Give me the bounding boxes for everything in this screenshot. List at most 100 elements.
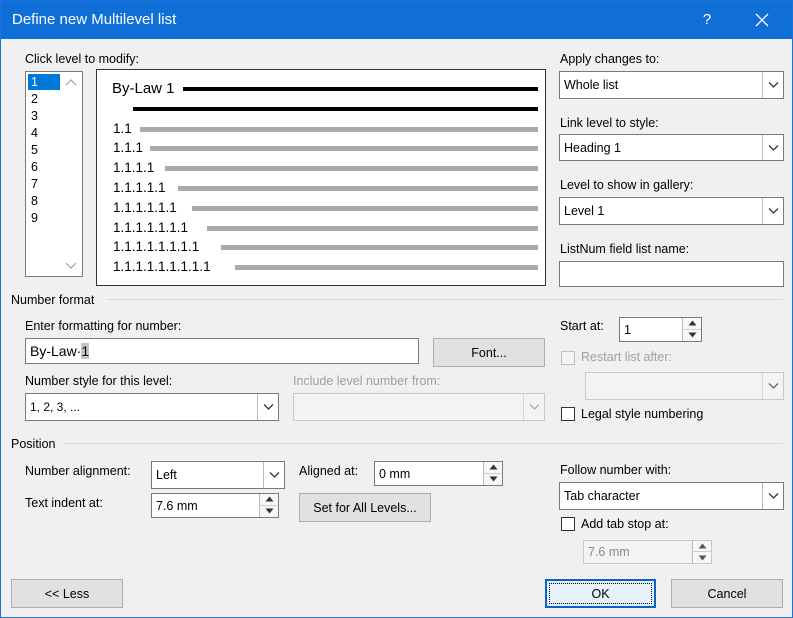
preview-number: 1.1.1.1.1 — [113, 180, 166, 195]
text-indent-value: 7.6 mm — [156, 498, 198, 513]
close-button[interactable] — [739, 1, 785, 39]
dropdown-button[interactable] — [762, 483, 783, 509]
follow-number-dropdown[interactable]: Tab character — [559, 482, 784, 510]
group-separator — [107, 299, 783, 300]
spin-up-button[interactable] — [259, 494, 278, 506]
dropdown-button[interactable] — [762, 373, 783, 399]
preview-number: 1.1 — [113, 121, 132, 136]
link-level-dropdown[interactable]: Heading 1 — [559, 134, 784, 161]
level-item[interactable]: 2 — [28, 91, 60, 107]
list-preview[interactable]: By-Law 1 1.1 1.1.1 1.1.1.1 1.1.1.1.1 1.1… — [96, 69, 546, 286]
caret-up-icon — [489, 464, 498, 470]
number-style-dropdown[interactable]: 1, 2, 3, ... — [25, 393, 279, 421]
cancel-button[interactable]: Cancel — [671, 579, 783, 608]
dropdown-button[interactable] — [523, 394, 544, 420]
set-all-levels-button[interactable]: Set for All Levels... — [299, 493, 431, 522]
level-item[interactable]: 9 — [28, 210, 60, 226]
chevron-down-icon — [768, 82, 779, 88]
spin-up-button[interactable] — [682, 318, 701, 330]
level-item[interactable]: 3 — [28, 108, 60, 124]
ok-button[interactable]: OK — [545, 579, 656, 608]
level-item[interactable]: 1 — [28, 74, 60, 90]
preview-line — [192, 206, 538, 211]
spin-up-button[interactable] — [692, 541, 711, 552]
caret-up-icon — [688, 320, 697, 326]
gallery-level-value: Level 1 — [564, 204, 605, 218]
start-at-label: Start at: — [560, 319, 604, 333]
restart-list-checkbox[interactable] — [561, 351, 575, 365]
level-scrollbar[interactable] — [60, 72, 82, 276]
font-button[interactable]: Font... — [433, 338, 545, 367]
position-header: Position — [11, 437, 56, 451]
spin-up-button[interactable] — [483, 462, 502, 474]
apply-changes-dropdown[interactable]: Whole list — [559, 71, 784, 99]
add-tab-stop-checkbox[interactable] — [561, 517, 575, 531]
close-icon — [755, 13, 769, 27]
apply-changes-label: Apply changes to: — [560, 52, 660, 66]
spin-down-button[interactable] — [682, 329, 701, 341]
number-style-label: Number style for this level: — [25, 374, 173, 388]
level-listbox[interactable]: 1 2 3 4 5 6 7 8 9 — [25, 71, 83, 277]
preview-line — [207, 226, 538, 231]
spin-down-button[interactable] — [483, 473, 502, 485]
preview-number: 1.1.1.1.1.1 — [113, 200, 177, 215]
dropdown-button[interactable] — [762, 72, 783, 98]
start-at-spinner[interactable]: 1 — [619, 317, 702, 342]
preview-line — [221, 245, 538, 250]
add-tab-stop-label: Add tab stop at: — [581, 517, 669, 531]
add-tab-stop-value: 7.6 mm — [588, 545, 630, 559]
preview-number: 1.1.1.1.1.1.1.1 — [113, 239, 200, 254]
scroll-up-icon[interactable] — [60, 75, 82, 91]
listnum-input[interactable] — [559, 261, 784, 287]
less-button[interactable]: << Less — [11, 579, 123, 608]
caret-down-icon — [688, 332, 697, 338]
level-item[interactable]: 8 — [28, 193, 60, 209]
formatting-text: By-Law· 1 — [30, 339, 90, 363]
add-tab-stop-spinner[interactable]: 7.6 mm — [583, 540, 712, 564]
legal-style-checkbox[interactable] — [561, 407, 575, 421]
preview-line — [140, 127, 538, 132]
levels-label: Click level to modify: — [25, 52, 139, 66]
preview-level1-text: By-Law 1 — [112, 80, 175, 97]
dropdown-button[interactable] — [257, 394, 278, 420]
dropdown-button[interactable] — [762, 198, 783, 224]
preview-line — [150, 146, 538, 151]
level-item[interactable]: 5 — [28, 142, 60, 158]
include-level-dropdown[interactable] — [293, 393, 545, 421]
follow-number-label: Follow number with: — [560, 463, 672, 477]
dropdown-button[interactable] — [263, 462, 284, 488]
group-separator — [63, 443, 783, 444]
number-alignment-dropdown[interactable]: Left — [151, 461, 285, 489]
restart-list-dropdown[interactable] — [585, 372, 784, 400]
chevron-down-icon — [263, 404, 274, 410]
link-level-label: Link level to style: — [560, 116, 659, 130]
caret-down-icon — [698, 555, 707, 560]
aligned-at-value: 0 mm — [379, 466, 411, 481]
number-alignment-value: Left — [156, 468, 177, 482]
number-style-value: 1, 2, 3, ... — [30, 400, 81, 414]
text-indent-spinner[interactable]: 7.6 mm — [151, 493, 279, 518]
level-item[interactable]: 4 — [28, 125, 60, 141]
level-item[interactable]: 7 — [28, 176, 60, 192]
preview-line — [165, 166, 538, 171]
preview-line — [183, 87, 538, 91]
scroll-down-icon[interactable] — [60, 257, 82, 273]
number-formatting-input[interactable]: By-Law· 1 — [25, 338, 419, 364]
follow-number-value: Tab character — [564, 489, 640, 503]
preview-line — [133, 107, 538, 111]
gallery-level-dropdown[interactable]: Level 1 — [559, 197, 784, 225]
formatting-prefix: By-Law· — [30, 343, 82, 359]
spin-down-button[interactable] — [259, 505, 278, 517]
level-item[interactable]: 6 — [28, 159, 60, 175]
chevron-down-icon — [768, 144, 779, 151]
chevron-down-icon — [768, 208, 779, 214]
aligned-at-spinner[interactable]: 0 mm — [374, 461, 503, 486]
aligned-at-label: Aligned at: — [299, 464, 359, 478]
chevron-down-icon — [768, 383, 779, 389]
number-format-header: Number format — [11, 293, 95, 307]
spin-down-button[interactable] — [692, 552, 711, 563]
dropdown-button[interactable] — [762, 135, 783, 160]
gallery-label: Level to show in gallery: — [560, 178, 694, 192]
help-button[interactable]: ? — [691, 1, 723, 39]
number-alignment-label: Number alignment: — [25, 464, 131, 478]
